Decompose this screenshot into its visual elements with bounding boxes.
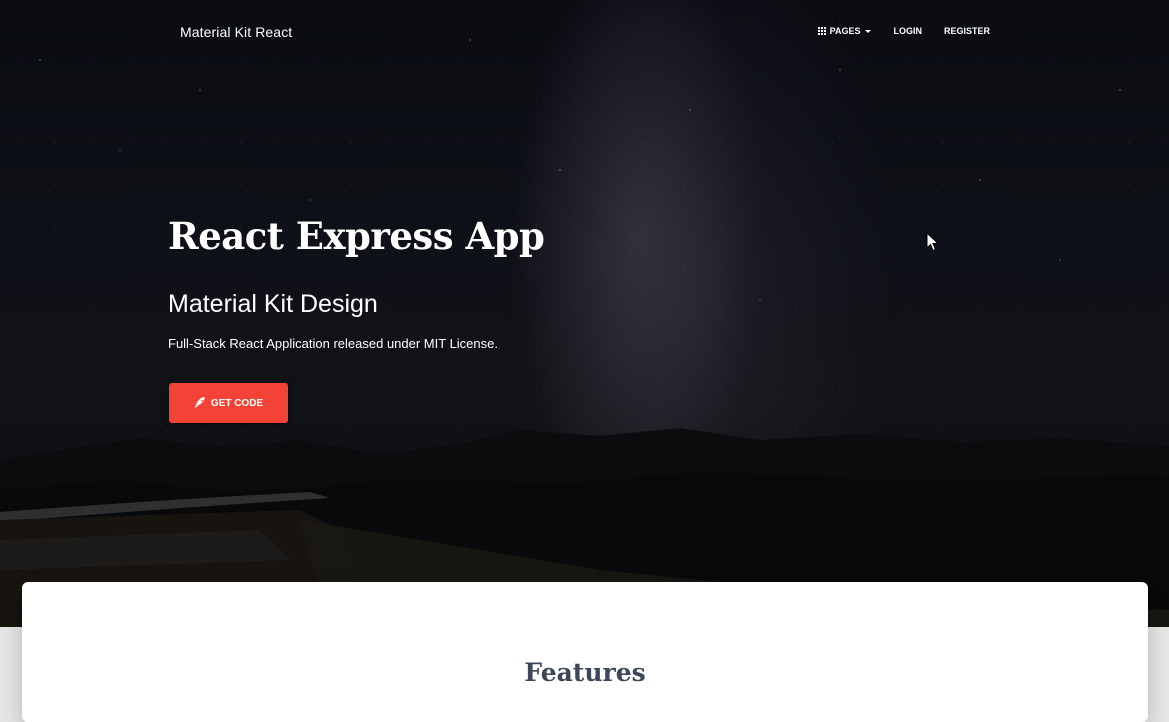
caret-down-icon bbox=[865, 29, 872, 33]
mouse-pointer-icon bbox=[926, 232, 940, 252]
nav-links: PAGES LOGIN REGISTER bbox=[817, 26, 990, 36]
get-code-button[interactable]: GET CODE bbox=[169, 383, 288, 423]
login-link[interactable]: LOGIN bbox=[893, 26, 922, 36]
get-code-label: GET CODE bbox=[210, 397, 264, 409]
top-navbar: Material Kit React PAGES LOGIN REGISTER bbox=[0, 0, 1169, 64]
features-card: Features bbox=[22, 582, 1148, 722]
hero-subtitle: Material Kit Design bbox=[168, 290, 378, 318]
apps-grid-icon bbox=[817, 27, 826, 35]
brand-logo-link[interactable]: Material Kit React bbox=[180, 24, 292, 40]
hero-title: React Express App bbox=[168, 214, 545, 258]
rocket-icon bbox=[194, 397, 205, 408]
register-link[interactable]: REGISTER bbox=[944, 26, 990, 36]
pages-dropdown-toggle[interactable]: PAGES bbox=[817, 26, 872, 36]
pages-label: PAGES bbox=[829, 26, 861, 36]
hero-description: Full-Stack React Application released un… bbox=[168, 336, 498, 351]
features-title: Features bbox=[524, 658, 646, 687]
hero-section: Material Kit React PAGES LOGIN REGISTER … bbox=[0, 0, 1169, 627]
